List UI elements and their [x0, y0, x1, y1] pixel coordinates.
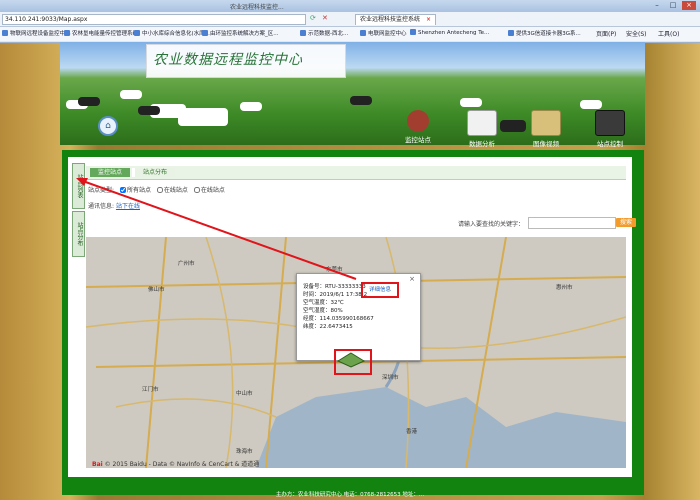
nav-data-analysis[interactable]: 数据分析 [454, 110, 510, 148]
tab-station-list[interactable]: 站点列表 [72, 163, 85, 209]
cow-image [580, 100, 602, 109]
address-bar[interactable]: 34.110.241:9033/Map.aspx [2, 14, 306, 25]
stop-icon[interactable]: ✕ [322, 14, 328, 22]
map-label: 深圳市 [382, 375, 399, 381]
favorite-item[interactable]: 中小水库综合信息化(水库... [134, 29, 210, 37]
close-icon[interactable]: × [682, 1, 696, 10]
header-banner: 农业数据远程监控中心 ⌂ 监控站点 数据分析 图像视频 站点控制 [60, 42, 645, 148]
nav-image-video[interactable]: 图像视频 [518, 110, 574, 148]
cow-image [460, 98, 482, 107]
breadcrumb-monitor[interactable]: 监控站点 [90, 168, 131, 177]
popup-temperature: 空气温度：32℃ [303, 300, 344, 306]
baidu-logo: Bai [92, 461, 103, 468]
site-footer: 主办方：农业科技研究中心 电话：0768-2812653 地址：... [275, 492, 425, 498]
favorite-item[interactable]: 电联网监控中心 [360, 29, 407, 37]
window-title: 农业远程科技监控... [230, 4, 284, 11]
popup-device: 设备号：RTU-33333333 [303, 284, 366, 290]
safety-menu[interactable]: 安全(S) [626, 29, 647, 38]
breadcrumb-distribution[interactable]: 站点分布 [132, 168, 176, 177]
cow-image [350, 96, 372, 105]
all-stations-checkbox[interactable] [119, 187, 126, 193]
map-label: 珠海市 [236, 449, 253, 455]
favorites-bar: 物联网远程设备监控中心 农林垦电能量传控管理系统 中小水库综合信息化(水库...… [0, 27, 700, 41]
popup-latitude: 纬度：22.6473415 [303, 324, 353, 330]
home-icon[interactable]: ⌂ [98, 116, 118, 136]
control-panel-icon [595, 110, 625, 136]
favorite-item[interactable]: Shenzhen Antecheng Te... [410, 29, 489, 36]
station-map[interactable]: 广州市 佛山市 东莞市 深圳市 江门市 中山市 惠州市 香港 珠海市 × 设备号… [86, 237, 626, 468]
detail-link[interactable]: 详细信息 [361, 282, 399, 298]
site-title: 农业数据远程监控中心 [153, 52, 303, 68]
minimize-icon[interactable]: – [650, 1, 664, 10]
cow-image [138, 106, 160, 115]
cow-image [120, 90, 142, 99]
window-titlebar: 农业远程科技监控... – □ × [0, 0, 700, 12]
address-bar-row: 34.110.241:9033/Map.aspx ⟳ ✕ 农业远程科技监控系统 × [0, 12, 700, 27]
tab-active[interactable]: 农业远程科技监控系统 × [355, 14, 437, 25]
refresh-icon[interactable]: ⟳ [310, 14, 316, 22]
site-logo: 农业数据远程监控中心 [146, 44, 346, 78]
maximize-icon[interactable]: □ [666, 1, 680, 10]
online-status-link[interactable]: 站下在线 [116, 203, 140, 210]
map-label: 香港 [406, 429, 418, 435]
station-type-filter: 站点类型: 所有站点 在线站点 在线站点 [88, 187, 225, 194]
popup-close-icon[interactable]: × [409, 276, 415, 283]
tools-menu[interactable]: 工具(O) [658, 29, 679, 38]
map-label: 东莞市 [326, 267, 343, 273]
main-panel: 站点列表 站点分布 监控站点 站点分布 站点类型: 所有站点 在线站点 在线站点… [62, 150, 644, 495]
favorite-item[interactable]: 农林垦电能量传控管理系统 [64, 29, 138, 37]
favorite-item[interactable]: 提供3G信道接卡器3G系... [508, 29, 581, 37]
image-icon [531, 110, 561, 136]
monitor-icon [407, 110, 429, 132]
map-label: 佛山市 [148, 287, 165, 293]
popup-longitude: 经度：114.035990168667 [303, 316, 374, 322]
map-label: 惠州市 [556, 285, 573, 291]
breadcrumb: 监控站点 站点分布 [86, 166, 626, 180]
comm-status: 通讯信息: 站下在线 [88, 203, 140, 210]
cow-image [240, 102, 262, 111]
tab-close-icon[interactable]: × [426, 16, 431, 23]
station-marker-icon [336, 352, 366, 368]
page-menu[interactable]: 页面(P) [596, 29, 616, 38]
cow-image [178, 108, 228, 126]
cow-image [78, 97, 100, 106]
map-label: 中山市 [236, 391, 253, 397]
tab-station-map[interactable]: 站点分布 [72, 211, 85, 257]
popup-humidity: 空气湿度：80% [303, 308, 343, 314]
offline-stations-checkbox[interactable] [193, 187, 200, 193]
search-hint: 请输入要查找的关键字： [458, 221, 525, 228]
map-attribution: Bai © 2015 Baidu - Data © NavInfo & CenC… [92, 461, 260, 468]
search-button[interactable]: 搜索 [616, 218, 636, 227]
browser-chrome: 农业远程科技监控... – □ × 34.110.241:9033/Map.as… [0, 0, 700, 43]
filter-label: 站点类型: [88, 187, 115, 194]
map-label: 广州市 [178, 261, 195, 267]
search-input[interactable] [528, 217, 616, 229]
content-area: 站点列表 站点分布 监控站点 站点分布 站点类型: 所有站点 在线站点 在线站点… [68, 157, 636, 477]
map-label: 江门市 [142, 387, 159, 393]
nav-monitor-stations[interactable]: 监控站点 [390, 110, 446, 144]
nav-station-control[interactable]: 站点控制 [582, 110, 638, 148]
station-info-popup: × 设备号：RTU-33333333 时间：2019/6/1 17:38:2 空… [296, 273, 421, 361]
station-marker[interactable] [334, 349, 372, 375]
favorite-item[interactable]: 示范数据-西北... [300, 29, 348, 37]
online-stations-checkbox[interactable] [156, 187, 163, 193]
chart-icon [467, 110, 497, 136]
tab-label: 农业远程科技监控系统 [360, 16, 421, 23]
popup-time: 时间：2019/6/1 17:38:2 [303, 292, 368, 298]
favorite-item[interactable]: 由环监控系统解决方案_区... [202, 29, 279, 37]
favorite-item[interactable]: 物联网远程设备监控中心 [2, 29, 71, 37]
